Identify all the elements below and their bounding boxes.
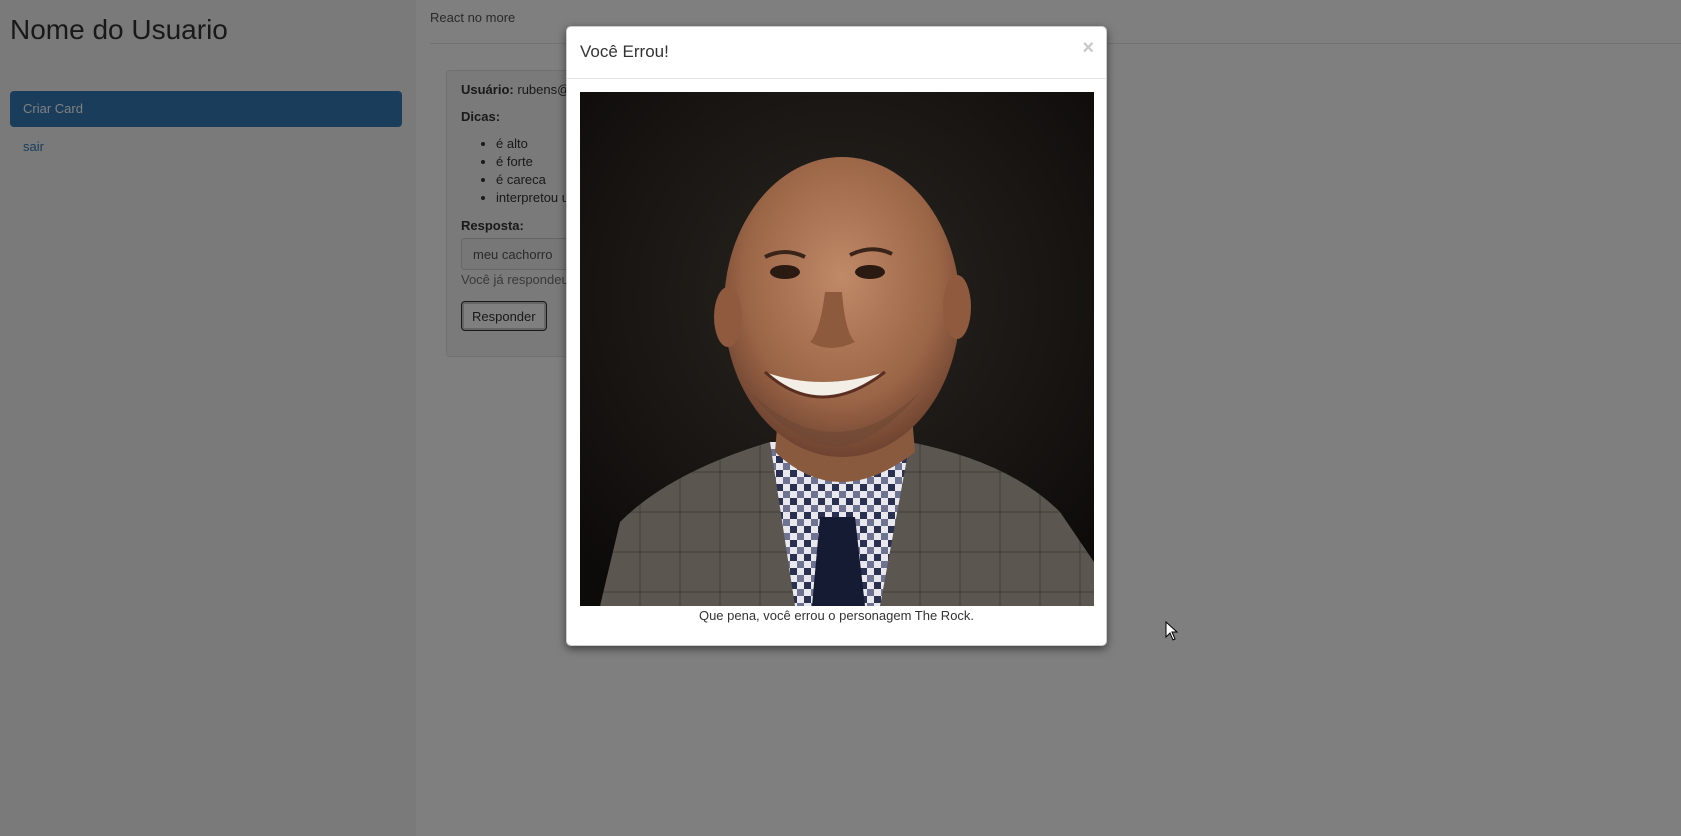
close-icon[interactable]: × xyxy=(1082,37,1094,60)
mouse-cursor-icon xyxy=(1165,621,1179,641)
modal-title: Você Errou! xyxy=(580,42,669,61)
modal-caption: Que pena, você errou o personagem The Ro… xyxy=(698,608,975,623)
character-photo xyxy=(580,92,1094,606)
modal-header: Você Errou! × xyxy=(567,27,1106,79)
result-modal: Você Errou! × Que pena, você errou o per… xyxy=(566,26,1107,646)
